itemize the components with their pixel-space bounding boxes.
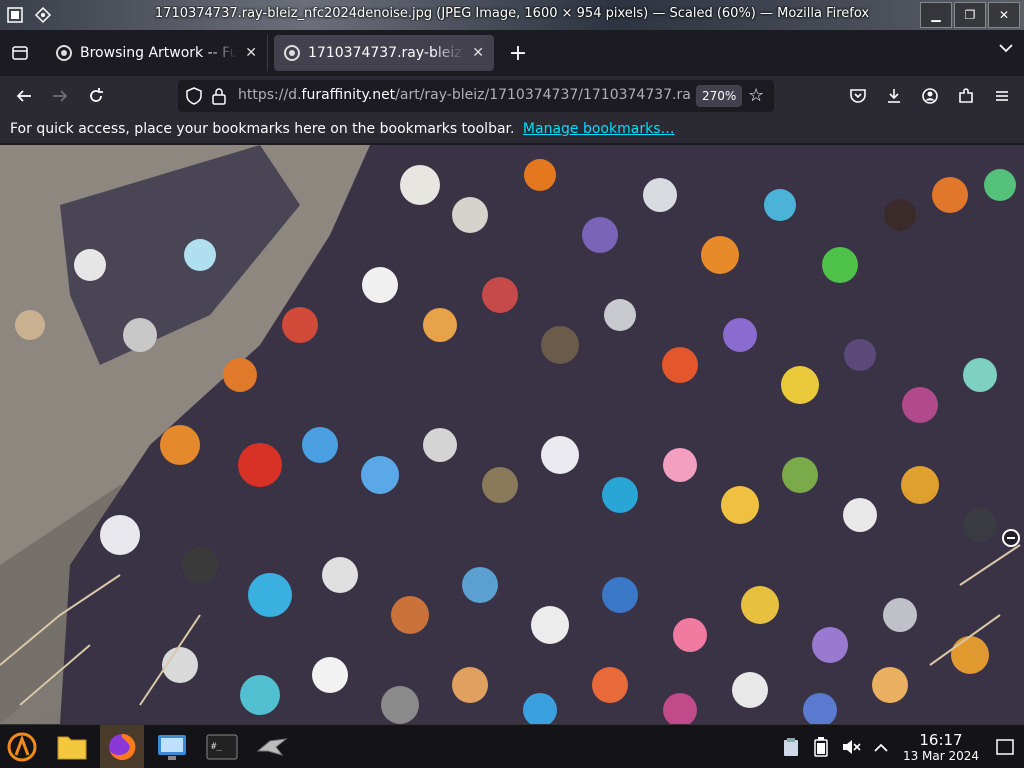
lock-icon[interactable]	[212, 87, 226, 109]
tab-close-icon[interactable]: ✕	[472, 45, 484, 61]
terminal-icon[interactable]: #_	[200, 725, 244, 768]
extensions-puzzle-icon[interactable]	[948, 80, 984, 112]
forward-arrow-icon	[53, 90, 68, 102]
downloads-icon[interactable]	[876, 80, 912, 112]
url-bar[interactable]: https://d.furaffinity.net/art/ray-bleiz/…	[178, 80, 774, 112]
window-title: 1710374737.ray-bleiz_nfc2024denoise.jpg …	[154, 6, 870, 21]
pin-icon[interactable]	[32, 4, 54, 26]
window-menu-icon[interactable]	[4, 4, 26, 26]
tab-label: Browsing Artwork -- Fur Affinity	[80, 45, 238, 61]
zoom-out-cursor-icon	[1002, 529, 1020, 547]
firefox-view-icon[interactable]	[0, 30, 40, 76]
url-prefix: https://d.	[238, 87, 302, 103]
system-settings-icon[interactable]	[150, 725, 194, 768]
system-tray: 16:17 13 Mar 2024	[776, 725, 1024, 768]
bookmarks-toolbar: For quick access, place your bookmarks h…	[0, 116, 1024, 144]
clock[interactable]: 16:17 13 Mar 2024	[896, 731, 986, 763]
tab-label: 1710374737.ray-bleiz_nfc2024denoise.jpg	[308, 45, 464, 61]
clock-date: 13 Mar 2024	[902, 749, 980, 763]
navigation-toolbar: https://d.furaffinity.net/art/ray-bleiz/…	[0, 76, 1024, 116]
bookmarks-hint-text: For quick access, place your bookmarks h…	[10, 121, 515, 137]
new-tab-button[interactable]: +	[500, 35, 536, 71]
url-path: /art/ray-bleiz/1710374737/1710374737.ray…	[395, 87, 690, 103]
bookmark-star-icon[interactable]: ☆	[748, 85, 764, 106]
clock-time: 16:17	[919, 731, 963, 749]
clipboard-icon[interactable]	[778, 734, 804, 760]
url-domain: furaffinity.net	[301, 87, 396, 103]
tab-strip: Browsing Artwork -- Fur Affinity ✕ 17103…	[0, 30, 1024, 76]
account-icon[interactable]	[912, 80, 948, 112]
minimize-icon[interactable]: ▁	[920, 2, 952, 28]
hamburger-menu-icon[interactable]	[984, 80, 1020, 112]
tab-image[interactable]: 1710374737.ray-bleiz_nfc2024denoise.jpg …	[274, 35, 494, 71]
volume-muted-icon[interactable]	[838, 734, 864, 760]
taskbar: #_ 16:17 13 Mar 2024	[0, 724, 1024, 768]
half-life-logo-icon[interactable]	[0, 725, 44, 768]
desktop: 1710374737.ray-bleiz_nfc2024denoise.jpg …	[0, 0, 1024, 768]
firefox-icon[interactable]	[100, 724, 144, 768]
reload-button[interactable]	[78, 80, 114, 112]
tab-close-icon[interactable]: ✕	[245, 45, 257, 61]
tab-browsing-artwork[interactable]: Browsing Artwork -- Fur Affinity ✕	[46, 35, 268, 71]
image-viewport[interactable]	[0, 145, 1024, 724]
close-window-icon[interactable]: ✕	[988, 2, 1020, 28]
manage-bookmarks-link[interactable]: Manage bookmarks…	[523, 121, 675, 137]
pocket-icon[interactable]	[840, 80, 876, 112]
zoom-level-button[interactable]: 270%	[696, 85, 743, 107]
furaffinity-favicon-icon	[56, 45, 72, 61]
group-photo-image[interactable]	[0, 145, 1024, 724]
maximize-icon[interactable]: ❐	[954, 2, 986, 28]
window-titlebar[interactable]: 1710374737.ray-bleiz_nfc2024denoise.jpg …	[0, 0, 1024, 30]
reload-icon	[90, 88, 103, 102]
back-arrow-icon	[16, 90, 31, 102]
chevron-up-icon[interactable]	[868, 734, 894, 760]
back-button[interactable]	[6, 80, 42, 112]
forward-button[interactable]	[42, 80, 78, 112]
show-desktop-icon[interactable]	[988, 734, 1022, 760]
bird-app-icon[interactable]	[250, 725, 294, 768]
url-text[interactable]: https://d.furaffinity.net/art/ray-bleiz/…	[238, 87, 690, 103]
folder-icon[interactable]	[50, 725, 94, 768]
furaffinity-favicon-icon	[284, 45, 300, 61]
tracking-protection-shield-icon[interactable]	[186, 87, 202, 109]
battery-icon[interactable]	[808, 734, 834, 760]
svg-text:#_: #_	[211, 742, 222, 752]
list-all-tabs-icon[interactable]	[998, 42, 1014, 58]
